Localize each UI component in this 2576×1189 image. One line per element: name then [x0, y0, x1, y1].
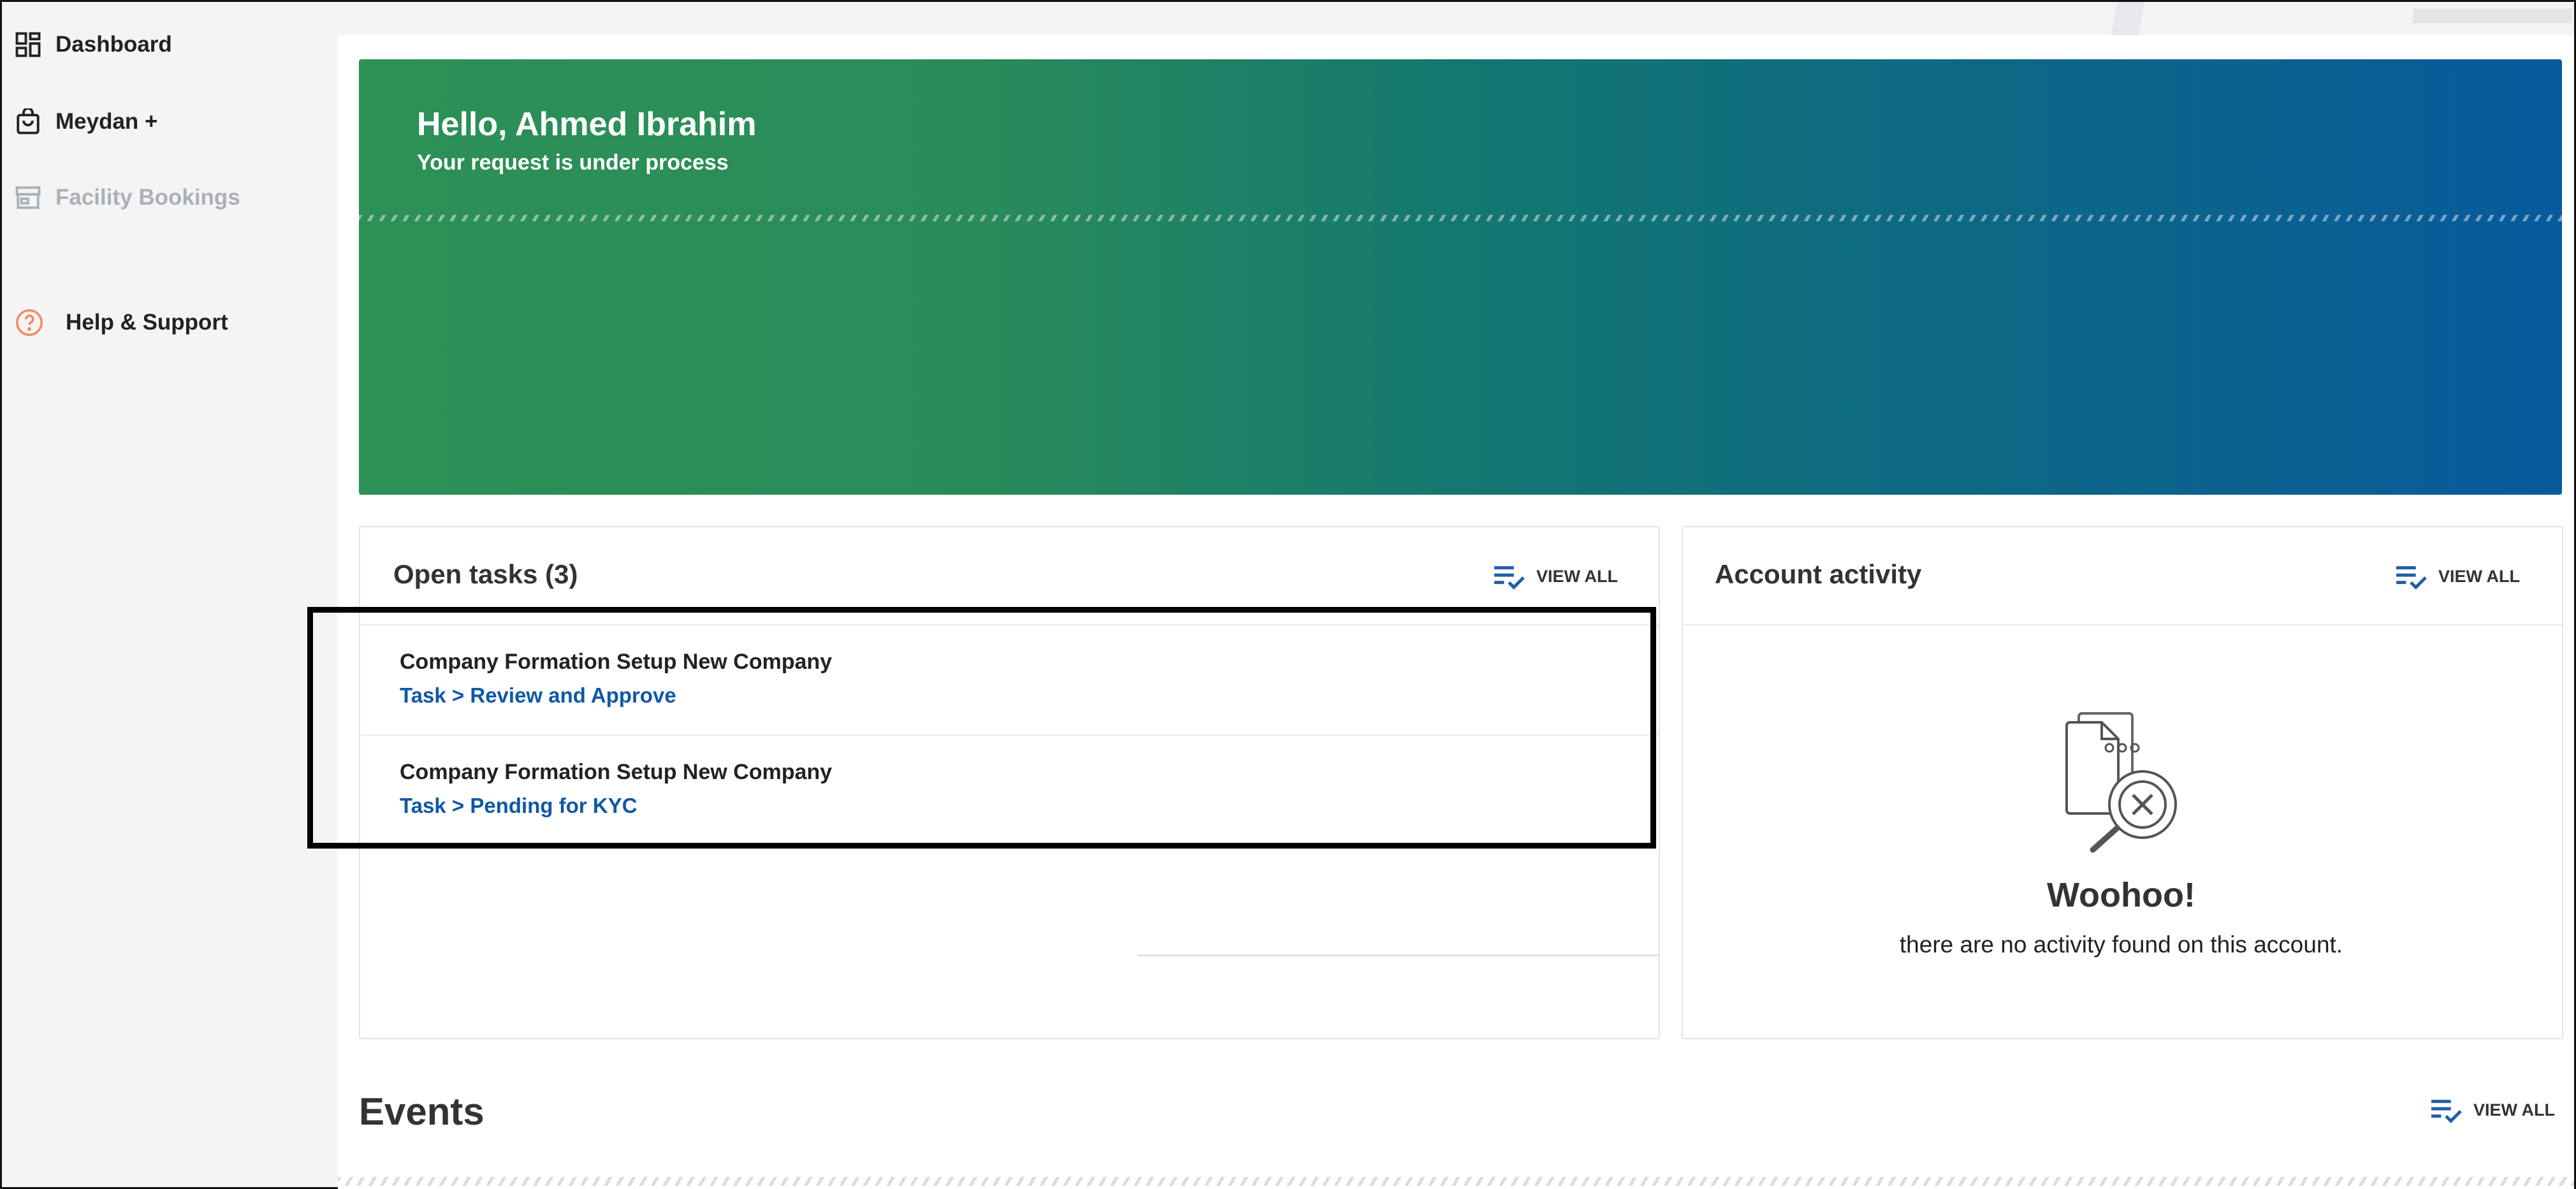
- open-tasks-title: Open tasks (3): [393, 559, 578, 589]
- card-header-divider: [1683, 624, 2562, 625]
- request-status-text: Your request is under process: [417, 150, 729, 175]
- account-activity-title: Account activity: [1715, 559, 1922, 589]
- view-all-label: VIEW ALL: [2473, 1100, 2555, 1120]
- list-check-icon: [2396, 566, 2427, 590]
- events-view-all-button[interactable]: VIEW ALL: [2429, 1095, 2555, 1125]
- banner-dashed-divider: [359, 215, 2562, 221]
- account-activity-view-all-button[interactable]: VIEW ALL: [2394, 562, 2520, 591]
- list-check-icon: [1494, 566, 1525, 590]
- view-all-label: VIEW ALL: [1536, 566, 1618, 586]
- view-all-label: VIEW ALL: [2438, 566, 2520, 586]
- open-tasks-view-all-button[interactable]: VIEW ALL: [1492, 562, 1618, 591]
- list-scroll-divider: [1138, 954, 1659, 956]
- events-title: Events: [359, 1090, 484, 1133]
- highlight-box: [307, 607, 1656, 849]
- no-activity-icon: [2056, 711, 2196, 857]
- sidebar-item-label: Meydan +: [55, 109, 158, 134]
- storefront-icon: [13, 183, 43, 212]
- welcome-banner: Hello, Ahmed Ibrahim Your request is und…: [359, 59, 2562, 495]
- list-check-icon: [2431, 1100, 2462, 1123]
- sidebar-item-meydan-plus[interactable]: Meydan +: [13, 107, 157, 136]
- events-dashed-divider: [338, 1177, 2574, 1186]
- shopping-bag-icon: [13, 107, 43, 136]
- sidebar-item-label: Help & Support: [66, 310, 228, 335]
- empty-state-title: Woohoo!: [2047, 876, 2195, 914]
- sidebar: Dashboard Meydan + Facility Bookings Hel…: [2, 2, 333, 1187]
- topbar-decoration: [2096, 2, 2160, 35]
- empty-state-message: there are no activity found on this acco…: [1899, 931, 2343, 958]
- help-circle-icon: [15, 308, 44, 337]
- dashboard-grid-icon: [13, 30, 43, 59]
- sidebar-item-help-support[interactable]: Help & Support: [15, 308, 228, 337]
- sidebar-item-facility-bookings[interactable]: Facility Bookings: [13, 183, 240, 212]
- sidebar-item-label: Dashboard: [55, 32, 172, 57]
- topbar-strip: [2413, 9, 2572, 23]
- sidebar-item-label: Facility Bookings: [55, 185, 240, 210]
- sidebar-item-dashboard[interactable]: Dashboard: [13, 30, 172, 59]
- greeting-text: Hello, Ahmed Ibrahim: [417, 106, 757, 143]
